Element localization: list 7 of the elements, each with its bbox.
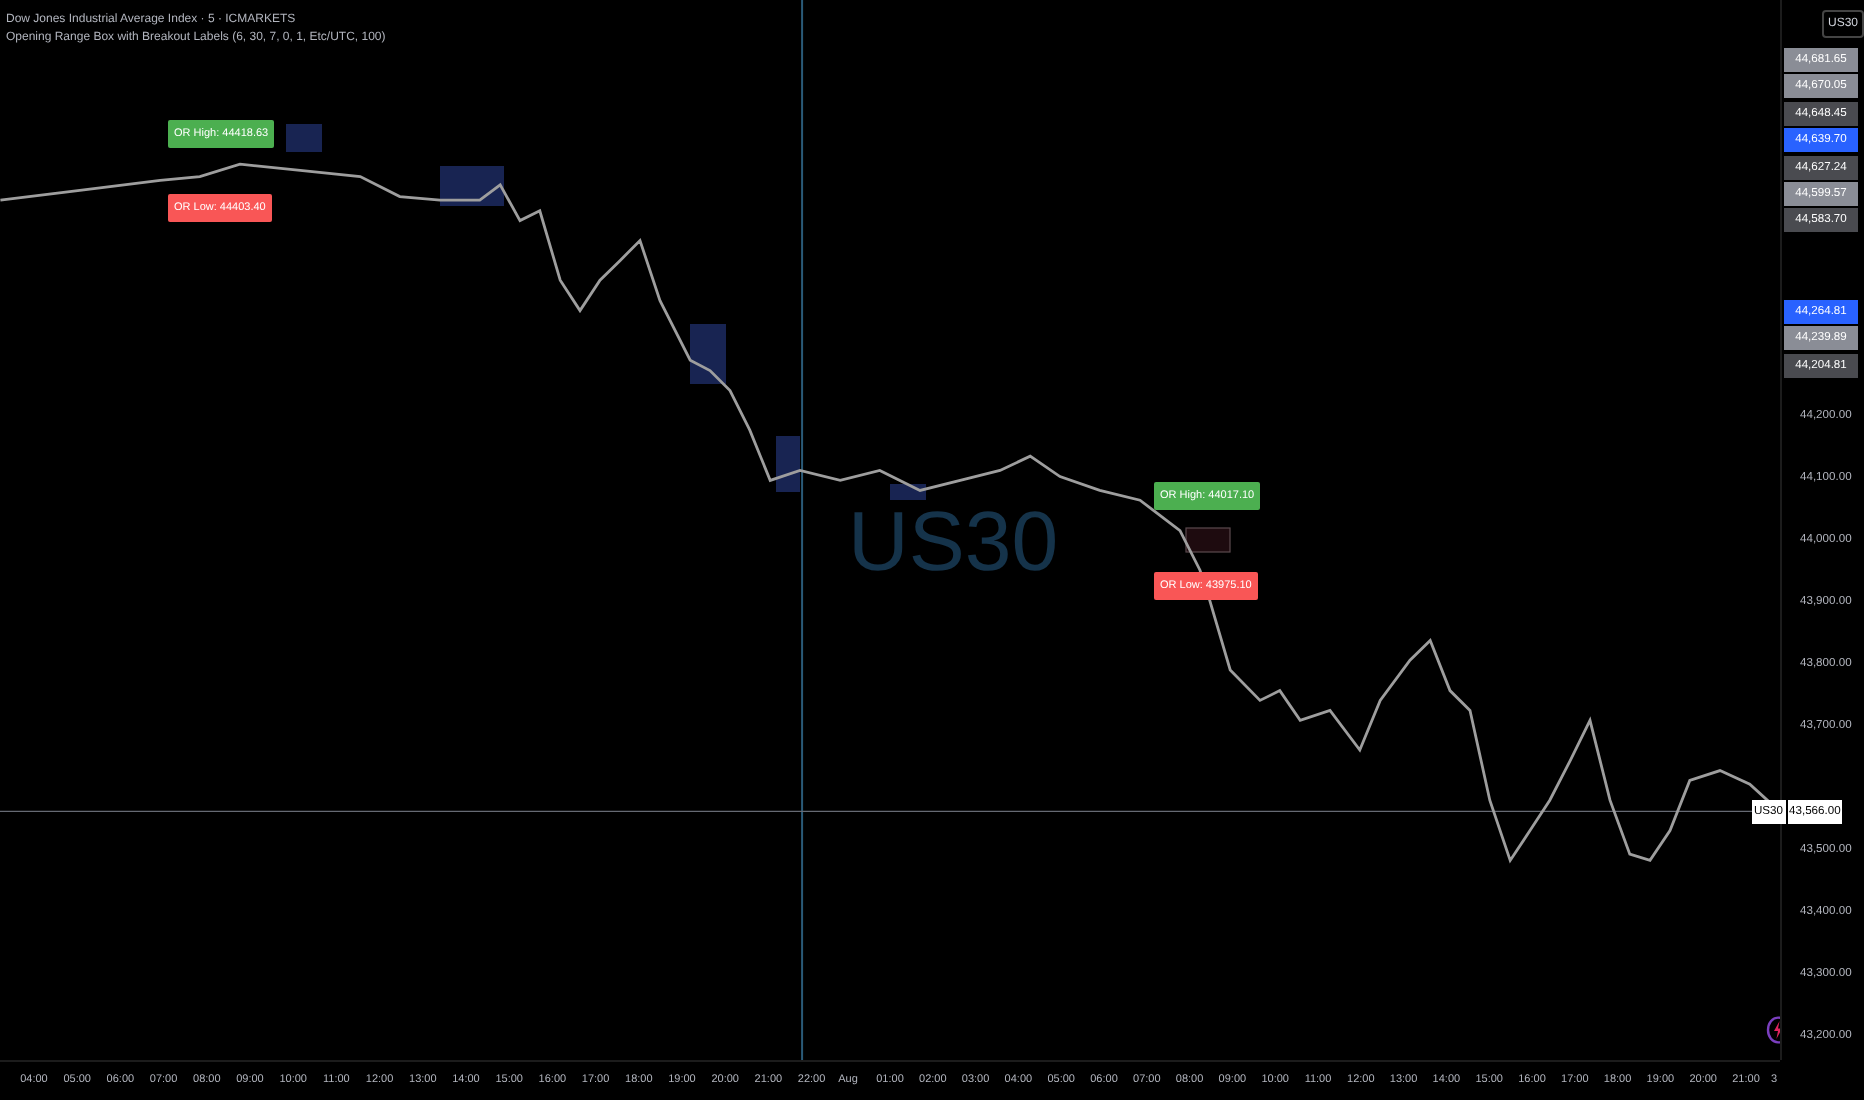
range-box bbox=[890, 484, 926, 500]
range-box bbox=[1185, 527, 1231, 553]
range-box bbox=[776, 436, 800, 492]
range-box bbox=[286, 124, 322, 152]
range-box bbox=[690, 324, 726, 384]
watermark-text: US30 bbox=[848, 506, 1059, 578]
range-box bbox=[440, 166, 504, 206]
